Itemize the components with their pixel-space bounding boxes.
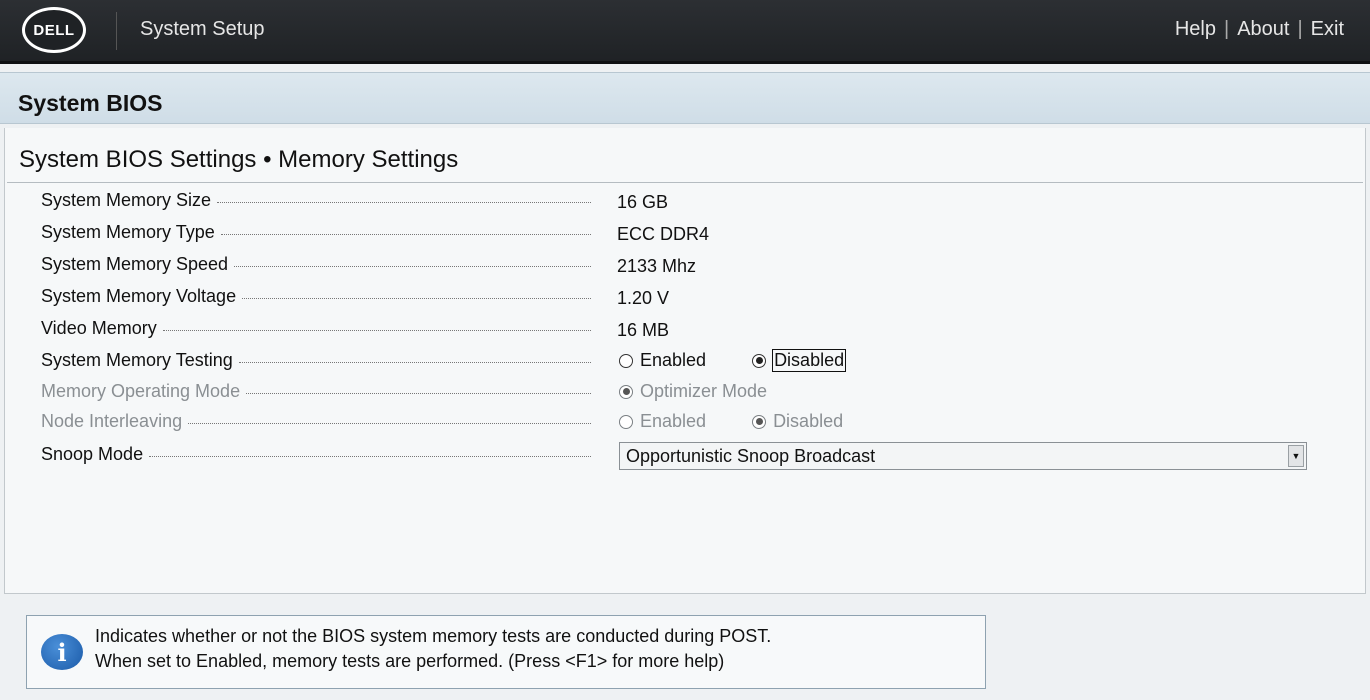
setting-row-node-interleaving: Node Interleaving Enabled Disabled <box>5 411 1367 441</box>
memory-testing-disabled-option[interactable]: Disabled <box>752 349 847 372</box>
link-separator: | <box>1223 18 1230 40</box>
radio-checked-icon[interactable] <box>752 353 767 368</box>
radio-checked-icon <box>752 414 767 429</box>
setting-label: System Memory Type <box>41 222 591 243</box>
setting-label: System Memory Speed <box>41 254 591 275</box>
node-interleaving-disabled-option: Disabled <box>752 411 843 432</box>
setting-label: System Memory Voltage <box>41 286 591 307</box>
page-title: System BIOS Settings • Memory Settings <box>19 146 459 173</box>
setting-label: Memory Operating Mode <box>41 381 591 402</box>
setting-label: System Memory Size <box>41 190 591 211</box>
setting-row-operating-mode: Memory Operating Mode Optimizer Mode <box>5 381 1367 411</box>
link-separator: | <box>1297 18 1303 40</box>
node-interleaving-radio-group: Enabled Disabled <box>619 411 889 432</box>
section-bar: System BIOS <box>0 72 1370 124</box>
header-links: Help | About | Exit <box>1175 18 1344 41</box>
chevron-down-icon[interactable]: ▼ <box>1288 445 1304 467</box>
about-link[interactable]: About <box>1237 18 1289 41</box>
setting-label: System Memory Testing <box>41 350 591 371</box>
node-interleaving-enabled-option: Enabled <box>619 411 706 432</box>
title-divider <box>7 182 1363 183</box>
top-bar: DELL System Setup Help | About | Exit <box>0 0 1370 64</box>
setting-row-snoop-mode: Snoop Mode Opportunistic Snoop Broadcast… <box>5 442 1367 472</box>
radio-unchecked-icon[interactable] <box>619 353 633 368</box>
setting-row-memory-voltage: System Memory Voltage 1.20 V <box>5 286 1367 316</box>
radio-unchecked-icon <box>619 414 633 429</box>
section-title: System BIOS <box>18 90 163 116</box>
setting-value: ECC DDR4 <box>617 224 710 244</box>
help-link[interactable]: Help <box>1175 18 1216 41</box>
setting-value: 1.20 V <box>617 288 670 308</box>
memory-testing-radio-group: Enabled Disabled <box>619 349 891 372</box>
setting-label: Video Memory <box>41 318 591 339</box>
header-divider <box>116 12 117 50</box>
radio-checked-icon <box>619 384 633 399</box>
setting-value: 2133 Mhz <box>617 256 697 276</box>
setting-row-memory-speed: System Memory Speed 2133 Mhz <box>5 254 1367 284</box>
setting-row-memory-type: System Memory Type ECC DDR4 <box>5 222 1367 252</box>
app-title: System Setup <box>140 18 265 40</box>
optimizer-mode-option: Optimizer Mode <box>619 381 767 402</box>
info-icon: i <box>41 634 83 670</box>
setting-row-video-memory: Video Memory 16 MB <box>5 318 1367 348</box>
help-box: i Indicates whether or not the BIOS syst… <box>26 615 986 689</box>
setting-label: Node Interleaving <box>41 411 591 432</box>
exit-link[interactable]: Exit <box>1311 18 1344 41</box>
help-text: Indicates whether or not the BIOS system… <box>95 626 772 671</box>
setting-row-memory-size: System Memory Size 16 GB <box>5 190 1367 220</box>
dell-logo-icon: DELL <box>22 7 86 53</box>
snoop-mode-select[interactable]: Opportunistic Snoop Broadcast ▼ <box>619 442 1307 470</box>
operating-mode-radio-group: Optimizer Mode <box>619 381 813 402</box>
setting-label: Snoop Mode <box>41 444 591 465</box>
setting-value: 16 MB <box>617 320 670 340</box>
memory-testing-enabled-option[interactable]: Enabled <box>619 350 706 371</box>
settings-panel: System BIOS Settings • Memory Settings S… <box>4 128 1366 594</box>
setting-value: 16 GB <box>617 192 669 212</box>
setting-row-memory-testing: System Memory Testing Enabled Disabled <box>5 349 1367 380</box>
